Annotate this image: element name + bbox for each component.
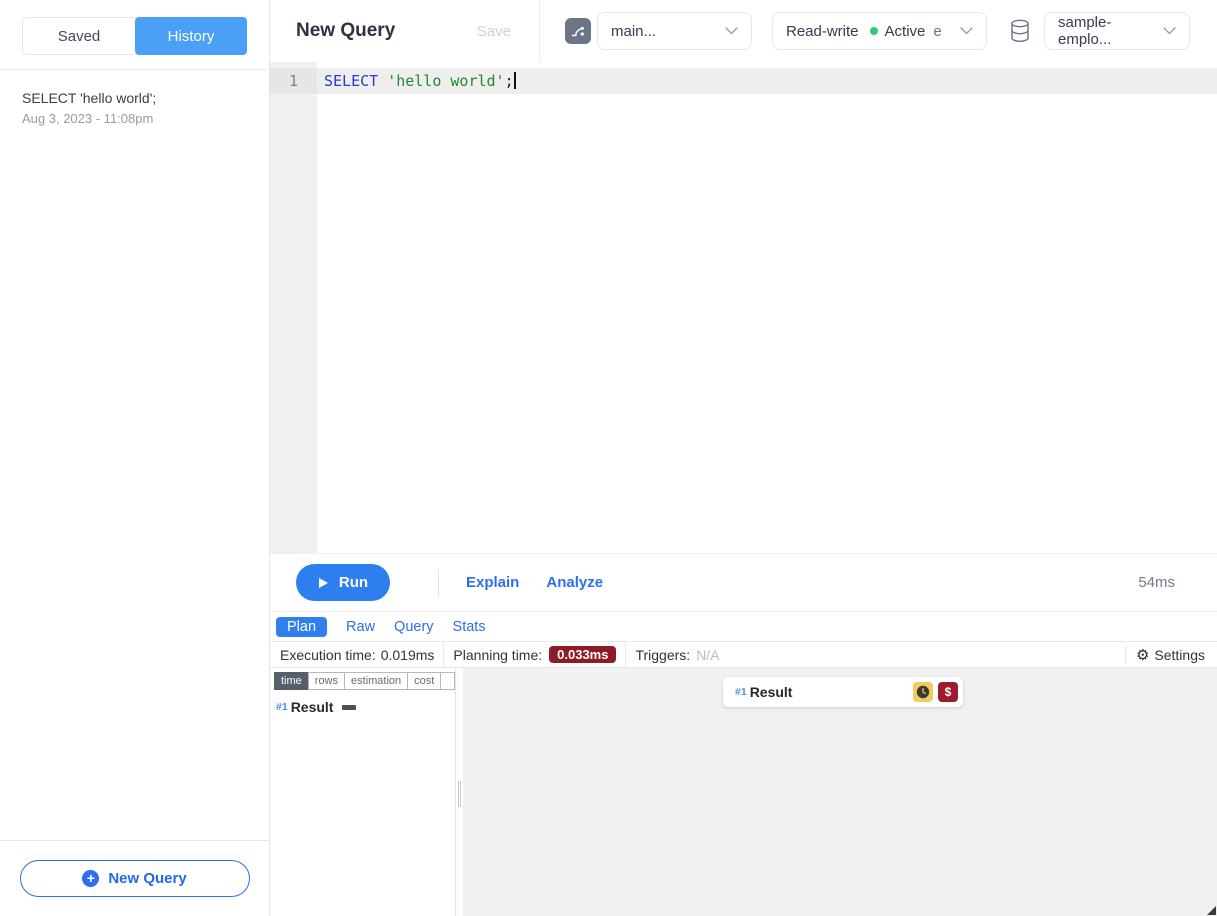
plan-node-name: Result [291,699,334,715]
text-cursor [514,72,516,89]
query-header: New Query Save main... [270,0,1217,62]
cost-badge: $ [938,682,958,702]
triggers: Triggers: N/A [635,647,719,663]
plan-graph-node[interactable]: #1 Result $ [723,677,963,707]
connection-mode-select[interactable]: Read-write Active e [772,12,987,50]
stats-divider [443,642,444,667]
settings-button[interactable]: ⚙ Settings [1125,646,1217,664]
plan-results-body: time rows estimation cost #1 Result #1 R… [270,668,1217,916]
chevron-down-icon [960,27,973,35]
execution-time: Execution time: 0.019ms [270,647,434,663]
query-duration: 54ms [1138,574,1175,591]
branch-icon-button[interactable] [565,18,591,44]
query-title-section: New Query Save [270,0,540,62]
database-select-value: sample-emplo... [1058,14,1163,48]
metric-button-time[interactable]: time [274,672,309,690]
tab-query[interactable]: Query [394,617,434,637]
plan-tree-panel: time rows estimation cost #1 Result [270,668,456,916]
clock-badge [913,682,933,702]
editor-gutter [270,62,317,553]
metric-button-rows[interactable]: rows [308,672,345,690]
planning-time: Planning time: 0.033ms [453,646,616,663]
graph-node-id: #1 [735,686,747,698]
metric-button-cost[interactable]: cost [407,672,441,690]
chevron-down-icon [1163,27,1176,35]
save-button[interactable]: Save [477,23,511,40]
tab-stats[interactable]: Stats [453,617,486,637]
run-bar: Run Explain Analyze 54ms [270,553,1217,611]
planning-time-badge: 0.033ms [549,646,616,663]
sql-editor[interactable]: 1 SELECT 'hello world'; [270,62,1217,553]
gear-icon: ⚙ [1136,646,1149,664]
execution-time-value: 0.019ms [381,647,435,663]
main-area: New Query Save main... [270,0,1217,916]
splitter-handle-icon [458,781,461,807]
metric-button-estimation[interactable]: estimation [344,672,408,690]
tab-saved[interactable]: Saved [22,17,135,55]
history-list: SELECT 'hello world'; Aug 3, 2023 - 11:0… [0,70,269,126]
triggers-value: N/A [696,647,719,663]
code-content: SELECT 'hello world'; [317,68,1217,94]
sidebar-tab-group: Saved History [22,17,247,55]
run-bar-divider [438,569,439,597]
play-icon [318,577,329,589]
plan-metric-toggle-group: time rows estimation cost [274,672,455,690]
window-resize-handle[interactable] [1207,906,1216,915]
database-icon [1010,19,1030,43]
dollar-icon: $ [945,685,952,699]
stats-divider [625,642,626,667]
stats-divider [1125,646,1126,664]
plan-graph-panel: #1 Result $ [463,668,1217,916]
explain-button[interactable]: Explain [466,574,519,591]
plan-stats-bar: Execution time: 0.019ms Planning time: 0… [270,641,1217,668]
sidebar: Saved History SELECT 'hello world'; Aug … [0,0,270,916]
tab-plan[interactable]: Plan [276,617,327,637]
active-status-dot [870,27,878,35]
analyze-button[interactable]: Analyze [546,574,603,591]
run-button[interactable]: Run [296,564,390,601]
chevron-down-icon [725,27,738,35]
sidebar-footer: + New Query [0,840,269,916]
connection-extra-text: e [933,23,941,40]
history-list-item[interactable]: SELECT 'hello world'; Aug 3, 2023 - 11:0… [0,70,269,126]
line-number: 1 [270,68,317,94]
sql-keyword: SELECT [324,72,378,90]
branch-select[interactable]: main... [597,12,752,50]
history-item-query: SELECT 'hello world'; [22,90,247,106]
connection-toolbar: main... Read-write Active e [540,0,1217,62]
new-query-label: New Query [108,870,186,887]
connection-status-value: Active [885,23,926,40]
connection-mode-value: Read-write [786,23,859,40]
run-label: Run [339,574,368,591]
branch-icon [570,23,586,39]
page-title: New Query [296,20,395,42]
editor-line-1[interactable]: 1 SELECT 'hello world'; [270,68,1217,94]
sql-punct: ; [505,72,514,90]
database-select[interactable]: sample-emplo... [1044,12,1190,50]
tab-raw[interactable]: Raw [346,617,375,637]
new-query-button[interactable]: + New Query [20,860,250,897]
branch-select-value: main... [611,23,656,40]
metric-button-cutoff[interactable] [440,672,455,690]
settings-label: Settings [1154,647,1205,663]
history-item-timestamp: Aug 3, 2023 - 11:08pm [22,111,247,126]
results-tab-bar: Plan Raw Query Stats [270,611,1217,641]
graph-node-name: Result [750,684,793,700]
plus-icon: + [82,870,99,887]
sql-string: 'hello world' [387,72,504,90]
plan-tree-row[interactable]: #1 Result [276,699,455,715]
plan-node-id: #1 [276,701,288,713]
clock-icon [916,685,930,699]
tab-history[interactable]: History [135,17,247,55]
plan-metric-bar [342,705,356,710]
